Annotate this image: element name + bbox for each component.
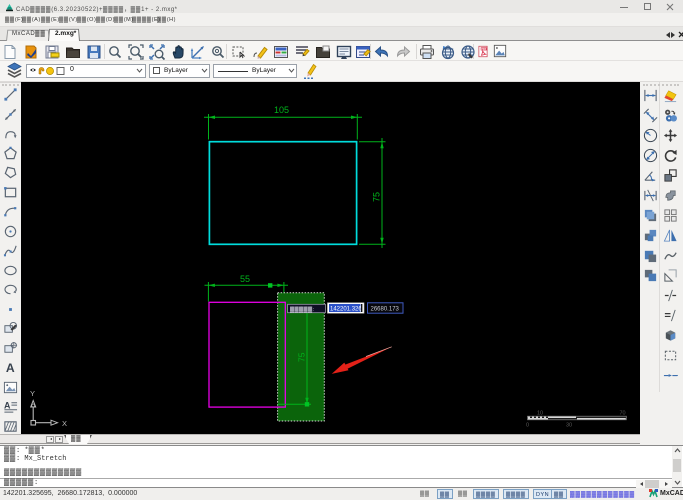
svg-text:10: 10 <box>537 411 543 417</box>
svg-text:26680.173: 26680.173 <box>371 307 400 313</box>
svg-text:30: 30 <box>566 423 572 429</box>
svg-text:▓▓▓▓▓:: ▓▓▓▓▓: <box>290 306 315 313</box>
svg-text:55: 55 <box>240 274 250 284</box>
svg-text:142201.326: 142201.326 <box>330 307 362 313</box>
svg-text:PDF: PDF <box>481 47 487 51</box>
svg-text:105: 105 <box>274 105 289 115</box>
svg-text:Y: Y <box>30 389 35 398</box>
svg-text:70: 70 <box>620 411 626 417</box>
svg-text:X: X <box>62 419 67 428</box>
svg-text:A: A <box>5 361 14 375</box>
svg-text:0: 0 <box>526 423 529 429</box>
svg-text:75: 75 <box>372 192 382 202</box>
svg-text:75: 75 <box>297 352 307 362</box>
svg-text:A: A <box>3 400 10 410</box>
